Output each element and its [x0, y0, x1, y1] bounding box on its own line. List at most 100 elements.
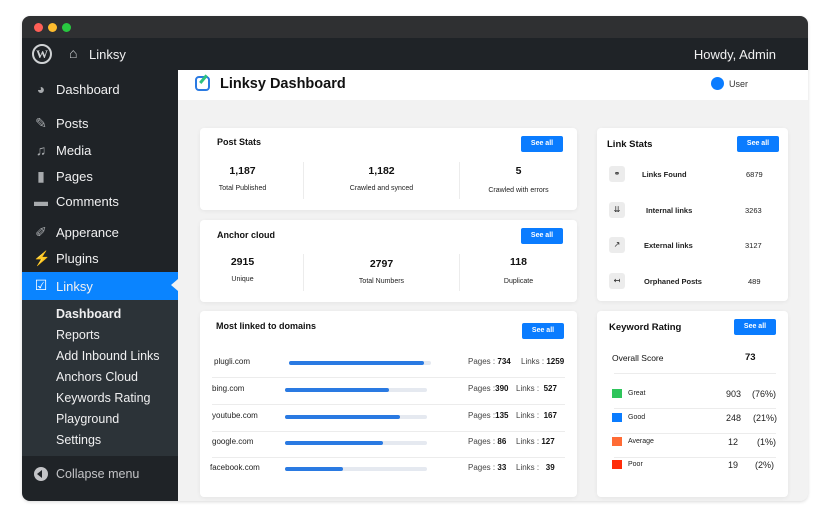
stat-label: Total Numbers — [358, 278, 405, 285]
stat-value: 118 — [510, 256, 527, 268]
stat-crawled-synced: 1,182 Crawled and synced — [304, 165, 459, 192]
rating-row: Poor 19 (2%) — [597, 460, 787, 480]
links-label: Links : — [521, 357, 545, 366]
site-name-link[interactable]: Linksy — [89, 47, 126, 62]
divider — [614, 373, 776, 374]
stat-label: Duplicate — [503, 278, 534, 285]
sidebar-item-label: Dashboard — [56, 82, 120, 97]
divider — [614, 433, 776, 434]
overall-score-label: Overall Score — [612, 353, 664, 363]
link-stat-row: ⇊ Internal links 3263 — [597, 202, 787, 222]
stat-value: 2915 — [230, 256, 255, 268]
domain-links: Links : 1259 — [521, 357, 564, 366]
pages-label: Pages : — [468, 437, 496, 446]
submenu-anchors-cloud[interactable]: Anchors Cloud — [56, 370, 138, 384]
linksy-submenu: Dashboard Reports Add Inbound Links Anch… — [22, 300, 178, 456]
home-icon[interactable]: ⌂ — [69, 45, 77, 61]
post-stats-see-all-button[interactable]: See all — [521, 136, 563, 152]
stat-value: 1,182 — [368, 165, 395, 177]
domain-pages: Pages : 86 — [468, 437, 506, 446]
divider — [212, 431, 565, 432]
stat-label: Crawled with errors — [488, 187, 549, 194]
domain-name[interactable]: youtube.com — [212, 411, 258, 420]
domain-progress-fill — [285, 415, 401, 419]
divider — [614, 408, 776, 409]
pages-label: Pages : — [468, 463, 496, 472]
rating-label: Average — [628, 438, 654, 445]
stat-label: Total Published — [218, 185, 267, 192]
link-stats-card: Link Stats See all ⚭ Links Found 6879 ⇊ … — [597, 128, 788, 301]
minimize-window-button[interactable] — [48, 23, 57, 32]
overall-score-value: 73 — [745, 352, 756, 363]
brush-icon: ✐ — [35, 224, 47, 240]
submenu-playground[interactable]: Playground — [56, 412, 119, 426]
domain-name[interactable]: facebook.com — [210, 463, 260, 472]
account-greeting[interactable]: Howdy, Admin — [694, 47, 776, 62]
card-title: Most linked to domains — [216, 321, 317, 331]
domain-name[interactable]: bing.com — [212, 384, 244, 393]
link-stat-row: ⚭ Links Found 6879 — [597, 166, 787, 186]
user-label[interactable]: User — [729, 79, 748, 89]
sidebar-item-pages[interactable]: ▮ Pages — [22, 163, 178, 189]
submenu-reports[interactable]: Reports — [56, 328, 100, 342]
rating-percent: (21%) — [753, 413, 778, 423]
sidebar-item-appearance[interactable]: ✐ Apperance — [22, 219, 178, 245]
link-stat-value: 489 — [748, 277, 761, 286]
stat-label: Crawled and synced — [349, 185, 414, 192]
domain-links: Links : 39 — [516, 463, 555, 472]
card-title: Post Stats — [217, 137, 262, 147]
domain-row: google.com Pages : 86 Links : 127 — [200, 437, 577, 463]
domain-progress-fill — [285, 388, 389, 392]
domains-card: Most linked to domains See all plugli.co… — [200, 311, 577, 497]
wordpress-logo-icon[interactable]: W — [32, 44, 52, 64]
stat-value: 2797 — [369, 258, 394, 270]
pin-icon: ✎ — [35, 115, 47, 131]
sidebar-item-comments[interactable]: ▬ Comments — [22, 188, 178, 214]
domain-row: facebook.com Pages : 33 Links : 39 — [200, 463, 577, 489]
link-stats-see-all-button[interactable]: See all — [737, 136, 779, 152]
divider — [212, 457, 565, 458]
submenu-settings[interactable]: Settings — [56, 433, 101, 447]
link-icon: ⚭ — [609, 166, 625, 182]
rating-percent: (76%) — [752, 389, 777, 399]
close-window-button[interactable] — [34, 23, 43, 32]
links-value: 39 — [545, 463, 555, 472]
rating-count: 19 — [728, 460, 739, 470]
rating-count: 248 — [726, 413, 742, 423]
keyword-rating-see-all-button[interactable]: See all — [734, 319, 776, 335]
domain-name[interactable]: plugli.com — [214, 357, 250, 366]
pages-label: Pages : — [468, 384, 496, 393]
domain-progress-fill — [285, 467, 344, 471]
link-stat-label: Internal links — [646, 206, 693, 215]
domain-progress-track — [289, 361, 431, 365]
domains-see-all-button[interactable]: See all — [522, 323, 564, 339]
submenu-dashboard[interactable]: Dashboard — [56, 307, 121, 321]
stat-crawled-errors: 5 Crawled with errors — [460, 165, 577, 194]
maximize-window-button[interactable] — [62, 23, 71, 32]
links-value: 1259 — [546, 357, 565, 366]
rating-label: Poor — [628, 461, 643, 468]
sidebar-item-linksy[interactable]: ☑ Linksy — [22, 272, 178, 300]
sidebar-item-label: Linksy — [56, 279, 93, 294]
rating-percent: (1%) — [757, 437, 777, 447]
sidebar-item-plugins[interactable]: ⚡ Plugins — [22, 245, 178, 271]
active-indicator — [171, 279, 178, 291]
rating-row: Great 903 (76%) — [597, 389, 787, 409]
anchor-cloud-see-all-button[interactable]: See all — [521, 228, 563, 244]
domain-name[interactable]: google.com — [212, 437, 253, 446]
submenu-keywords-rating[interactable]: Keywords Rating — [56, 391, 151, 405]
pages-value: 86 — [497, 437, 507, 446]
pages-label: Pages : — [468, 357, 496, 366]
pages-value: 33 — [497, 463, 507, 472]
sidebar-item-label: Comments — [56, 194, 119, 209]
rating-color-swatch — [612, 413, 622, 422]
collapse-menu-button[interactable]: Collapse menu — [22, 462, 178, 488]
sidebar-item-media[interactable]: ♫ Media — [22, 137, 178, 163]
domain-progress-track — [285, 388, 427, 392]
user-avatar[interactable] — [711, 77, 724, 90]
sidebar-item-dashboard[interactable]: ◕ Dashboard — [22, 76, 178, 102]
sidebar-item-posts[interactable]: ✎ Posts — [22, 110, 178, 136]
card-title: Keyword Rating — [609, 322, 682, 333]
stat-total-published: 1,187 Total Published — [200, 165, 285, 192]
submenu-add-inbound-links[interactable]: Add Inbound Links — [56, 349, 160, 363]
